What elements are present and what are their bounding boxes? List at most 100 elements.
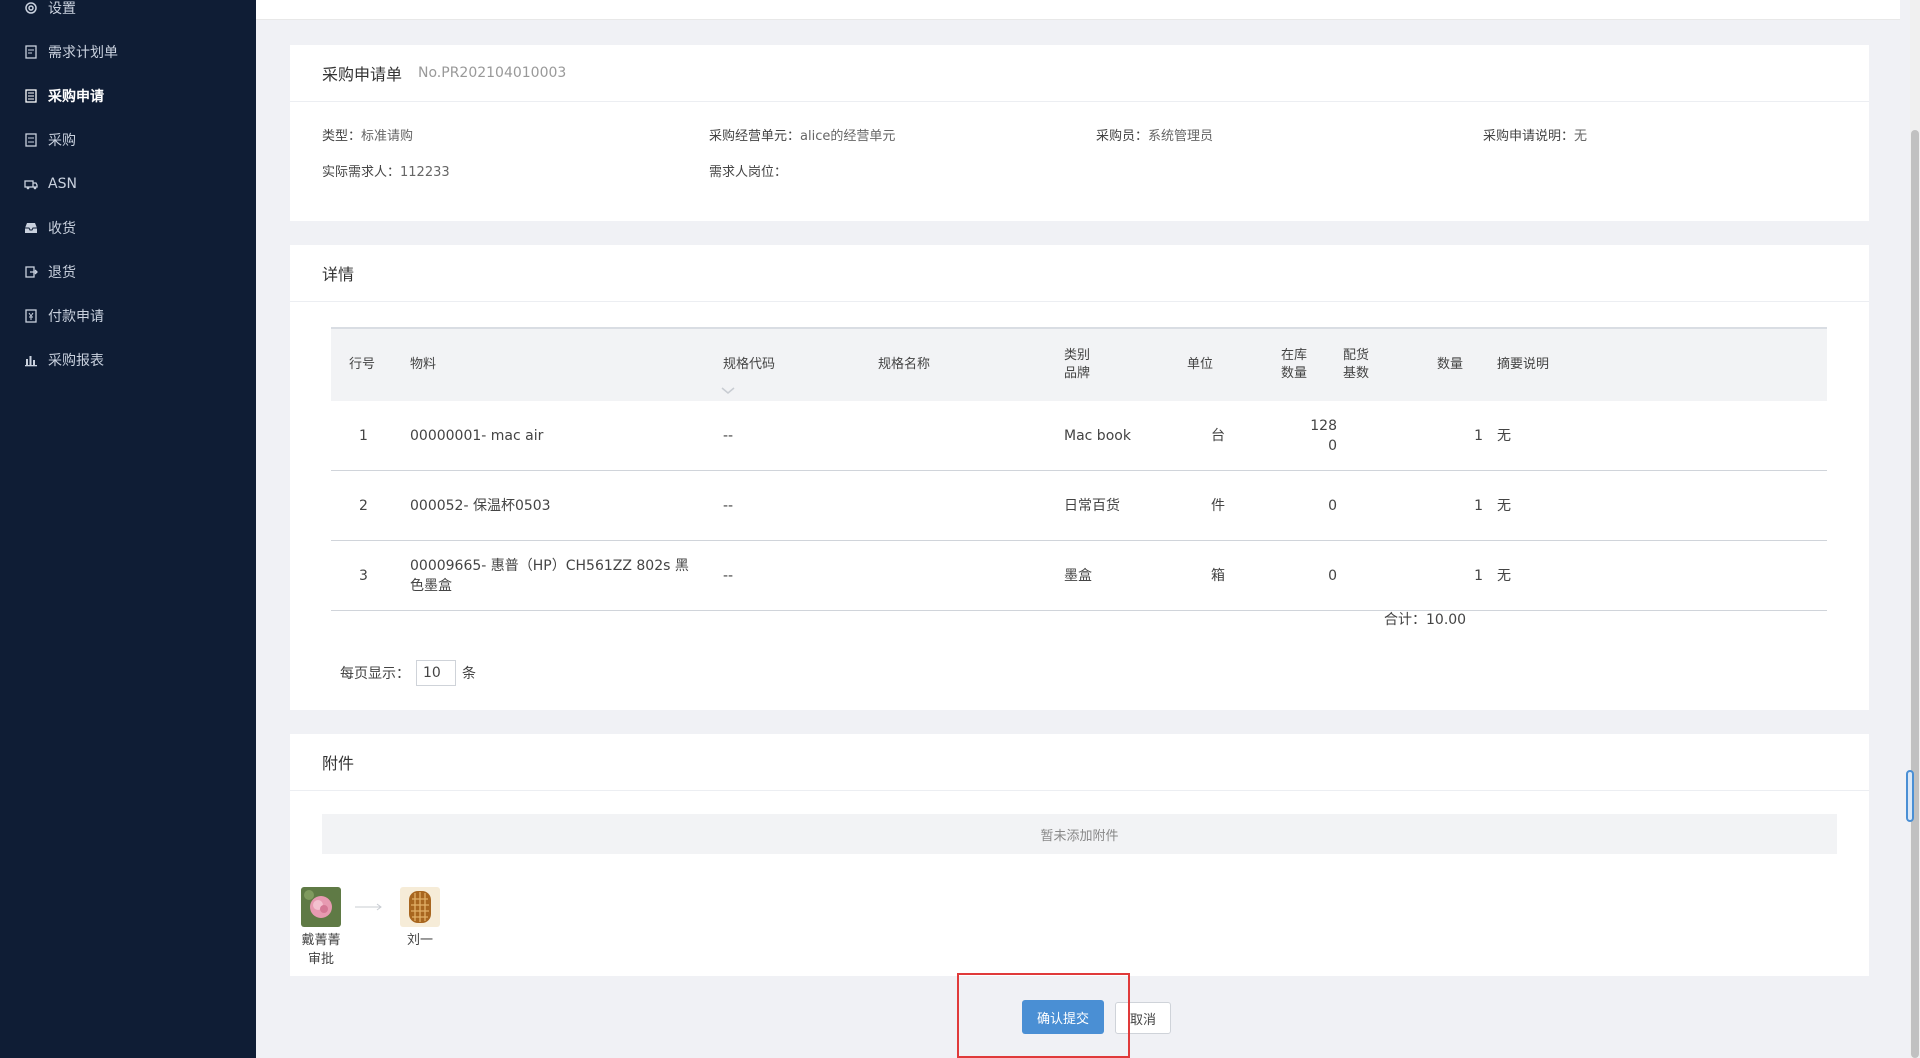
field-buyer: 采购员：系统管理员: [1096, 125, 1213, 144]
sidebar-item-label: 收货: [48, 221, 76, 237]
request-number: No.PR202104010003: [418, 65, 567, 81]
panel-header: 采购申请单 No.PR202104010003: [290, 45, 1869, 102]
details-panel: 详情 行号 物料 规格代码 规格名称 类别 品牌 单位 在库 数量 配货 基数 …: [290, 245, 1869, 710]
cell-unit: 件: [1211, 498, 1225, 514]
sidebar-item-return[interactable]: 退货: [0, 252, 256, 292]
field-value: alice的经营单元: [800, 129, 896, 144]
field-label: 采购申请说明：: [1483, 129, 1575, 144]
inbox-icon: [24, 221, 38, 235]
sidebar-item-purchase-report[interactable]: 采购报表: [0, 340, 256, 380]
approver-node: 刘一: [395, 887, 445, 950]
field-label: 实际需求人：: [322, 165, 401, 180]
payment-icon: [24, 309, 38, 323]
scrollbar[interactable]: [1910, 0, 1920, 1058]
cell-category: Mac book: [1064, 428, 1131, 444]
panel-header: 附件: [290, 734, 1869, 791]
cell-remark: 无: [1497, 428, 1511, 444]
sidebar-item-purchase-request[interactable]: 采购申请: [0, 76, 256, 116]
sidebar: 设置 需求计划单 采购申请 采购 ASN 收货 退货 付款申请 采购报表: [0, 0, 256, 1058]
col-unit[interactable]: 单位: [1187, 329, 1213, 401]
cell-material: 000052- 保温杯0503: [410, 498, 551, 514]
list-icon: [24, 133, 38, 147]
field-requester-position: 需求人岗位：: [709, 161, 787, 180]
section-title: 详情: [322, 265, 355, 284]
page-size-input[interactable]: [416, 660, 456, 686]
avatar: [400, 887, 440, 927]
flower-avatar-icon: [301, 887, 341, 927]
col-stock[interactable]: 在库 数量: [1281, 329, 1307, 401]
col-category-line1: 类别: [1064, 348, 1091, 363]
cell-qty: 1: [1474, 568, 1483, 584]
field-label: 采购员：: [1096, 129, 1149, 144]
document-icon: [24, 45, 38, 59]
cell-stock-line1: 128: [1310, 418, 1337, 434]
sidebar-item-payment-request[interactable]: 付款申请: [0, 296, 256, 336]
approver-name: 戴菁菁: [301, 933, 341, 948]
scroll-slider[interactable]: [1906, 770, 1914, 822]
items-table: 行号 物料 规格代码 规格名称 类别 品牌 单位 在库 数量 配货 基数 数量 …: [331, 327, 1827, 611]
table-row[interactable]: 3 00009665- 惠普（HP）CH561ZZ 802s 黑色墨盒 -- 墨…: [331, 541, 1827, 611]
chevron-down-icon[interactable]: [721, 387, 735, 395]
col-category[interactable]: 类别 品牌: [1064, 329, 1090, 401]
bar-chart-icon: [24, 353, 38, 367]
col-qty[interactable]: 数量: [1437, 329, 1463, 401]
cell-qty: 1: [1474, 498, 1483, 514]
cell-unit: 台: [1211, 428, 1225, 444]
waffle-avatar-icon: [400, 887, 440, 927]
field-value: 112233: [400, 165, 450, 180]
field-value: 系统管理员: [1148, 129, 1214, 144]
sidebar-item-label: ASN: [48, 176, 77, 192]
sidebar-item-settings[interactable]: 设置: [0, 0, 256, 28]
sidebar-item-label: 付款申请: [48, 309, 104, 325]
gear-icon: [24, 1, 38, 15]
cell-spec-code: --: [723, 428, 734, 444]
main-content: 采购申请单 No.PR202104010003 类型：标准请购 采购经营单元：a…: [256, 0, 1910, 1058]
table-row[interactable]: 1 00000001- mac air -- Mac book 台 128 0 …: [331, 401, 1827, 471]
col-line[interactable]: 行号: [349, 329, 375, 401]
total-amount: 合计：10.00: [1384, 609, 1466, 629]
field-requester: 实际需求人：112233: [322, 161, 450, 180]
sidebar-item-label: 采购申请: [48, 89, 104, 105]
clipboard-icon: [24, 89, 38, 103]
sidebar-item-label: 需求计划单: [48, 45, 118, 61]
col-stock-line2: 数量: [1281, 366, 1308, 381]
table-row[interactable]: 2 000052- 保温杯0503 -- 日常百货 件 0 1 无: [331, 471, 1827, 541]
confirm-submit-button[interactable]: 确认提交: [1022, 1000, 1104, 1034]
col-ratio-line2: 基数: [1343, 366, 1370, 381]
sidebar-item-receiving[interactable]: 收货: [0, 208, 256, 248]
sidebar-item-purchase[interactable]: 采购: [0, 120, 256, 160]
truck-icon: [24, 177, 38, 191]
page-size-control: 每页显示： 条: [340, 660, 476, 686]
empty-attachments: 暂未添加附件: [322, 814, 1837, 854]
cell-stock-line2: 0: [1328, 438, 1337, 454]
cell-stock: 128 0: [1291, 401, 1337, 471]
field-label: 采购经营单元：: [709, 129, 801, 144]
arrow-right-icon: [355, 903, 382, 911]
sidebar-item-label: 退货: [48, 265, 76, 281]
panel-header: 详情: [290, 245, 1869, 302]
avatar: [301, 887, 341, 927]
field-value: 无: [1574, 129, 1588, 144]
cell-line: 3: [359, 568, 368, 584]
col-remark[interactable]: 摘要说明: [1497, 329, 1549, 401]
cell-unit: 箱: [1211, 568, 1225, 584]
cell-qty: 1: [1474, 428, 1483, 444]
col-spec-name[interactable]: 规格名称: [878, 329, 930, 401]
sidebar-item-label: 采购: [48, 133, 76, 149]
request-header-panel: 采购申请单 No.PR202104010003 类型：标准请购 采购经营单元：a…: [290, 45, 1869, 221]
cell-material: 00000001- mac air: [410, 428, 544, 444]
cell-spec-code: --: [723, 498, 734, 514]
approver-role: 审批: [307, 952, 334, 967]
scroll-thumb[interactable]: [1911, 130, 1919, 1058]
cell-spec-code: --: [723, 568, 734, 584]
col-ratio[interactable]: 配货 基数: [1343, 329, 1369, 401]
sidebar-item-asn[interactable]: ASN: [0, 164, 256, 204]
cancel-button[interactable]: 取消: [1115, 1002, 1171, 1034]
cell-category: 日常百货: [1064, 498, 1120, 514]
cell-remark: 无: [1497, 568, 1511, 584]
cell-line: 1: [359, 428, 368, 444]
cell-line: 2: [359, 498, 368, 514]
field-description: 采购申请说明：无: [1483, 125, 1587, 144]
sidebar-item-demand-plan[interactable]: 需求计划单: [0, 32, 256, 72]
col-material[interactable]: 物料: [410, 329, 436, 401]
